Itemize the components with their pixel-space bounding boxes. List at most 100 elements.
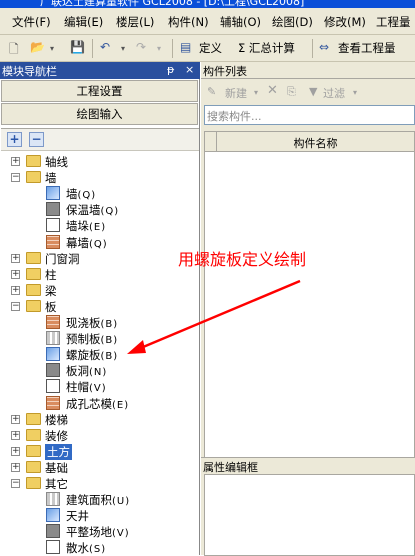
expand-all-icon[interactable]: + bbox=[7, 132, 22, 147]
tree-leaf-item[interactable]: 墙垛(E) bbox=[1, 218, 197, 234]
tree-folder-item[interactable]: + 基础 bbox=[1, 460, 197, 476]
tree-leaf-item[interactable]: 散水(S) bbox=[1, 540, 197, 556]
filter-button[interactable]: 过滤 bbox=[323, 85, 345, 101]
tree-leaf-item[interactable]: 平整场地(V) bbox=[1, 524, 197, 540]
tree-folder-item[interactable]: − 其它 bbox=[1, 476, 197, 492]
tree-leaf-item[interactable]: 成孔芯模(E) bbox=[1, 395, 197, 412]
component-type-icon bbox=[46, 218, 60, 233]
tree-leaf-item[interactable]: 墙(Q) bbox=[1, 186, 197, 202]
view-quantity-button[interactable]: 查看工程量 bbox=[338, 40, 396, 56]
redo-icon[interactable]: ↷ bbox=[136, 40, 146, 54]
collapse-icon[interactable]: − bbox=[11, 173, 20, 183]
tree-leaf-shortcut: (Q) bbox=[100, 206, 120, 218]
tree-folder-item[interactable]: + 装修 bbox=[1, 428, 197, 444]
expand-icon[interactable]: + bbox=[11, 462, 20, 472]
chevron-down-icon[interactable]: ▾ bbox=[121, 44, 125, 53]
tree-folder-label: 装修 bbox=[45, 428, 68, 443]
menu-component[interactable]: 构件(N) bbox=[168, 14, 209, 30]
module-nav-pane: 模块导航栏 ᵽ × 工程设置 绘图输入 + − + 轴线 − 墙墙(Q) 保温墙(Q) 墙… bbox=[0, 62, 200, 555]
chevron-down-icon[interactable]: ▾ bbox=[254, 88, 258, 97]
component-type-icon bbox=[46, 315, 60, 329]
collapse-icon[interactable]: − bbox=[11, 479, 20, 488]
tree-leaf-label: 板洞(N) bbox=[66, 363, 107, 379]
tree-folder-item[interactable]: + 柱 bbox=[1, 267, 197, 283]
close-icon[interactable]: × bbox=[185, 63, 194, 76]
tree-leaf-label: 幕墙(Q) bbox=[66, 235, 108, 251]
window-titlebar: 广联达土建算量软件 GCL2008 - [D:\工程\GCL2008] bbox=[0, 0, 415, 8]
tree-toolbar: + − bbox=[1, 129, 199, 151]
tree-leaf-item[interactable]: 预制板(B) bbox=[1, 331, 197, 347]
tree-leaf-text: 现浇板 bbox=[66, 316, 101, 330]
tree-folder-item[interactable]: + 土方 bbox=[1, 443, 197, 460]
tree-leaf-item[interactable]: 板洞(N) bbox=[1, 363, 197, 379]
open-folder-icon[interactable]: 📂 bbox=[30, 40, 45, 54]
menu-edit[interactable]: 编辑(E) bbox=[64, 14, 103, 30]
property-editor-body[interactable] bbox=[204, 474, 415, 556]
tree-leaf-label: 墙垛(E) bbox=[66, 218, 106, 234]
tree-leaf-item[interactable]: 建筑面积(U) bbox=[1, 492, 197, 508]
undo-icon[interactable]: ↶ bbox=[100, 40, 110, 54]
menu-modify[interactable]: 修改(M) bbox=[324, 14, 366, 30]
drawing-input-button[interactable]: 绘图输入 bbox=[1, 103, 198, 125]
tree-folder-item[interactable]: − 板 bbox=[1, 299, 197, 315]
collapse-icon[interactable]: − bbox=[11, 301, 20, 311]
chevron-down-icon[interactable]: ▾ bbox=[157, 44, 161, 53]
tree-leaf-item[interactable]: 保温墙(Q) bbox=[1, 202, 197, 218]
filter-icon[interactable]: ▼ bbox=[309, 85, 317, 98]
tree-folder-item[interactable]: + 门窗洞 bbox=[1, 251, 197, 267]
column-header-name[interactable]: 构件名称 bbox=[217, 135, 414, 151]
new-file-icon[interactable]: 🗋 bbox=[9, 40, 19, 61]
expand-icon[interactable]: + bbox=[11, 414, 20, 424]
tree-leaf-shortcut: (B) bbox=[100, 351, 119, 363]
tree-leaf-item[interactable]: 柱帽(V) bbox=[1, 379, 197, 395]
new-icon[interactable]: ✎ bbox=[207, 85, 216, 98]
sum-calc-button[interactable]: Σ 汇总计算 bbox=[238, 40, 295, 56]
expand-icon[interactable]: + bbox=[11, 285, 20, 295]
nav-pane-title-text: 模块导航栏 bbox=[2, 65, 57, 78]
menu-file[interactable]: 文件(F) bbox=[12, 14, 51, 30]
chevron-down-icon[interactable]: ▾ bbox=[353, 88, 357, 97]
tree-leaf-item[interactable]: 天井 bbox=[1, 508, 197, 524]
tree-leaf-text: 平整场地 bbox=[66, 525, 112, 540]
tree-leaf-shortcut: (B) bbox=[100, 335, 119, 347]
define-icon: ▤ bbox=[180, 40, 192, 54]
component-type-icon bbox=[46, 363, 60, 378]
expand-icon[interactable]: + bbox=[11, 269, 20, 279]
menu-aux-axis[interactable]: 辅轴(O) bbox=[220, 14, 261, 30]
pin-icon[interactable]: ᵽ bbox=[167, 63, 174, 76]
tree-leaf-label: 成孔芯模(E) bbox=[66, 396, 129, 412]
tree-folder-item[interactable]: + 楼梯 bbox=[1, 412, 197, 428]
tree-leaf-text: 天井 bbox=[66, 509, 89, 524]
expand-icon[interactable]: + bbox=[11, 446, 20, 456]
menu-quantity[interactable]: 工程量 bbox=[376, 14, 411, 30]
component-search-input[interactable]: 搜索构件... bbox=[204, 105, 415, 125]
chevron-down-icon[interactable]: ▾ bbox=[50, 44, 54, 53]
delete-icon[interactable]: ✕ bbox=[267, 83, 278, 98]
tree-leaf-text: 建筑面积 bbox=[66, 493, 112, 508]
define-button[interactable]: 定义 bbox=[199, 40, 222, 56]
tree-leaf-text: 墙 bbox=[66, 187, 78, 202]
component-grid: 构件名称 bbox=[204, 131, 415, 459]
tree-leaf-text: 墙垛 bbox=[66, 219, 89, 234]
tree-leaf-item[interactable]: 幕墙(Q) bbox=[1, 234, 197, 251]
expand-icon[interactable]: + bbox=[11, 157, 20, 166]
tree-leaf-item[interactable]: 现浇板(B) bbox=[1, 315, 197, 331]
new-button[interactable]: 新建 bbox=[225, 85, 247, 101]
collapse-all-icon[interactable]: − bbox=[29, 132, 44, 147]
menu-draw[interactable]: 绘图(D) bbox=[272, 14, 313, 30]
menu-floor[interactable]: 楼层(L) bbox=[116, 14, 154, 30]
component-tree: + − + 轴线 − 墙墙(Q) 保温墙(Q) 墙垛(E) 幕墙(Q) + 门窗洞 + 柱 + 梁 − 板现… bbox=[1, 128, 199, 555]
main-toolbar: 🗋 📂 ▾ 💾 ↶ ▾ ↷ ▾ ▤ 定义 Σ 汇总计算 ⇔ 查看工程量 bbox=[0, 35, 415, 62]
property-editor-title: 属性编辑框 bbox=[203, 461, 258, 474]
tree-folder-item[interactable]: + 梁 bbox=[1, 283, 197, 299]
tree-folder-item[interactable]: − 墙 bbox=[1, 170, 197, 186]
copy-icon[interactable]: ⎘ bbox=[287, 85, 296, 99]
expand-icon[interactable]: + bbox=[11, 253, 20, 263]
project-settings-button[interactable]: 工程设置 bbox=[1, 80, 198, 102]
save-icon[interactable]: 💾 bbox=[70, 40, 85, 54]
tree-folder-item[interactable]: + 轴线 bbox=[1, 154, 197, 170]
tree-folder-label: 门窗洞 bbox=[45, 251, 80, 266]
tree-leaf-item[interactable]: 螺旋板(B) bbox=[1, 347, 197, 363]
tree-leaf-text: 螺旋板 bbox=[66, 348, 101, 363]
expand-icon[interactable]: + bbox=[11, 430, 20, 440]
